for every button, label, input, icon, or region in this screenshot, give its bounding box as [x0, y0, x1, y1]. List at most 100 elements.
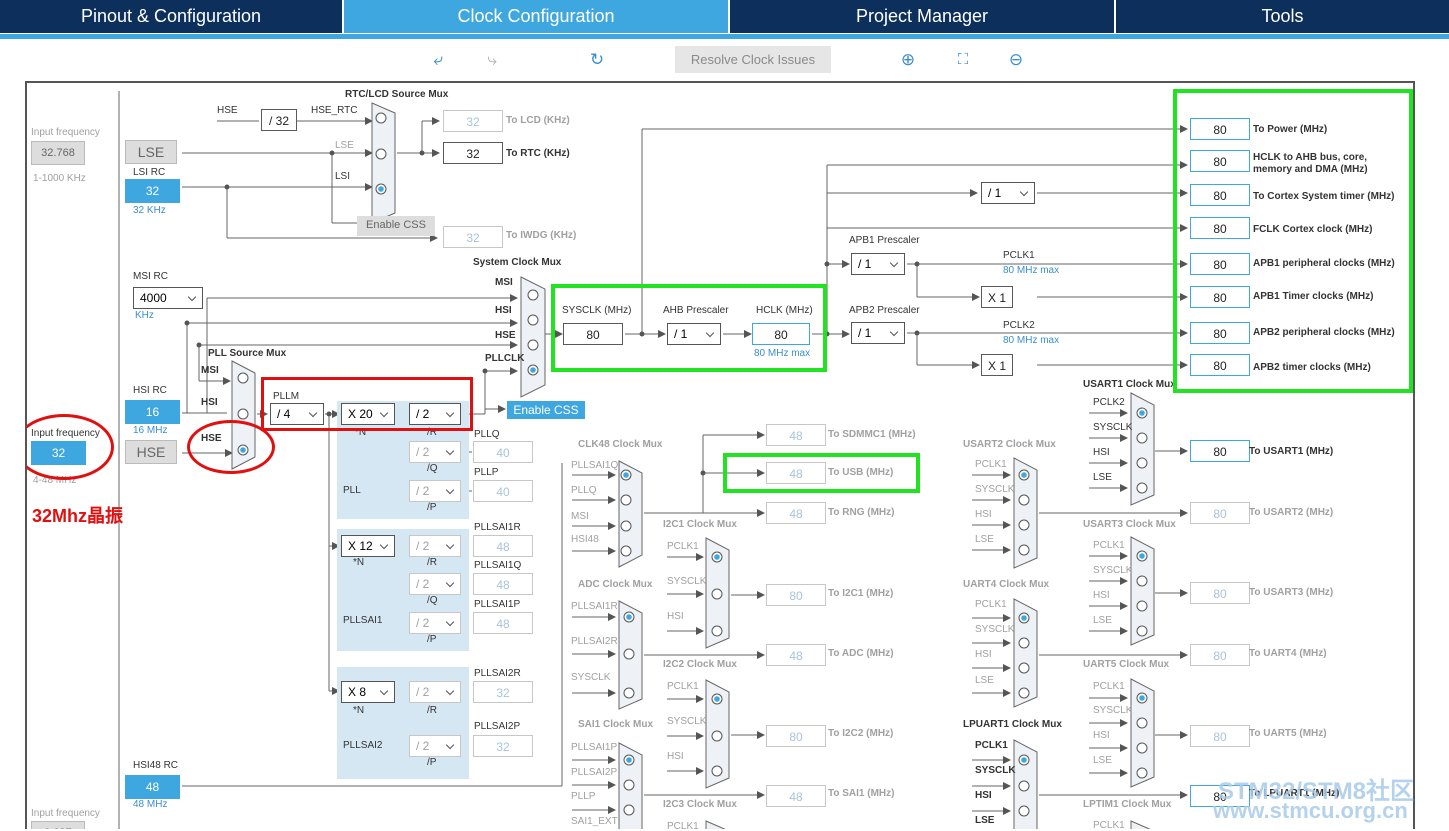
uart5-field[interactable]: 80	[1190, 725, 1250, 747]
usart3-in-2: HSI	[1093, 590, 1110, 601]
outputs-highlight-box	[1173, 89, 1413, 393]
uart4-mux-title: UART4 Clock Mux	[963, 579, 1050, 590]
adc-field[interactable]: 48	[766, 644, 826, 666]
tab-pinout[interactable]: Pinout & Configuration	[0, 0, 344, 33]
uart4-field[interactable]: 80	[1190, 644, 1250, 666]
usart1-in-1: SYSCLK	[1093, 422, 1133, 433]
rng-label: To RNG (MHz)	[828, 507, 895, 518]
lse-freq-range: 1-1000 KHz	[33, 173, 86, 184]
pllsai1-p-label: /P	[427, 634, 437, 645]
watermark-line-2: www.stmcu.org.cn	[1213, 798, 1408, 823]
iwdg-freq-field[interactable]: 32	[443, 226, 503, 248]
pllp-field[interactable]: 40	[473, 480, 533, 502]
sai1-mux-title: SAI1 Clock Mux	[578, 719, 654, 730]
usart1-in-3: LSE	[1093, 472, 1112, 483]
i2c2-in-0: PCLK1	[667, 681, 699, 692]
msi-select[interactable]: 4000	[133, 287, 203, 309]
lcd-freq-field[interactable]: 32	[443, 110, 503, 132]
usart1-field[interactable]: 80	[1190, 440, 1250, 462]
apb2-timer-multiplier[interactable]: X 1	[981, 354, 1013, 376]
zoom-in-icon[interactable]: ⊕	[897, 49, 919, 71]
usart3-field[interactable]: 80	[1190, 582, 1250, 604]
pllsai1q-field[interactable]: 48	[473, 573, 533, 595]
rtc-enable-css-button[interactable]: Enable CSS	[357, 216, 435, 236]
lsi-rc-label: LSI RC	[133, 167, 166, 178]
pllsai2r-field[interactable]: 32	[473, 681, 533, 703]
clk48-mux-title: CLK48 Clock Mux	[578, 439, 663, 450]
i2c1-label: To I2C1 (MHz)	[828, 588, 894, 599]
sai1-field[interactable]: 48	[766, 785, 826, 807]
clk48-in-0: PLLSAI1Q	[571, 460, 619, 471]
lptim1-mux-title: LPTIM1 Clock Mux	[1083, 799, 1172, 810]
sysclk-highlight-box	[551, 284, 827, 372]
sai1-in-1: PLLSAI2P	[571, 767, 618, 778]
bottom-input-freq-field[interactable]: 0.097	[31, 821, 85, 829]
i2c3-in-0: PCLK1	[667, 821, 699, 829]
pllsai2r-label: PLLSAI2R	[474, 668, 521, 679]
usart2-field[interactable]: 80	[1190, 502, 1250, 524]
pllp-select[interactable]: / 2	[409, 480, 461, 502]
sdmmc-field[interactable]: 48	[766, 424, 826, 446]
lse-input-freq-field[interactable]: 32.768	[31, 141, 85, 165]
uart5-mux-title: UART5 Clock Mux	[1083, 659, 1170, 670]
tab-clock-configuration[interactable]: Clock Configuration	[344, 0, 730, 33]
pllsai2p-field[interactable]: 32	[473, 735, 533, 757]
apb1-timer-multiplier[interactable]: X 1	[981, 286, 1013, 308]
tab-project-manager[interactable]: Project Manager	[730, 0, 1116, 33]
lsi-unit: 32 KHz	[133, 205, 166, 216]
pll-src-msi-label: MSI	[201, 365, 219, 376]
pllq-label: PLLQ	[474, 429, 500, 440]
pllsai1-name: PLLSAI1	[343, 615, 383, 626]
apb1-prescaler-select[interactable]: / 1	[851, 253, 905, 275]
refresh-icon[interactable]: ↻	[586, 49, 608, 71]
lse-block[interactable]: LSE	[125, 140, 177, 164]
i2c2-field[interactable]: 80	[766, 725, 826, 747]
resolve-clock-issues-button[interactable]: Resolve Clock Issues	[675, 46, 831, 73]
fit-icon[interactable]: ⛶	[952, 49, 974, 71]
hsi-rc-block[interactable]: 16	[125, 400, 180, 424]
hse-rtc-divider[interactable]: / 32	[261, 109, 297, 131]
hsi48-unit: 48 MHz	[133, 799, 168, 810]
i2c1-field[interactable]: 80	[766, 584, 826, 606]
pllsai1-n-select[interactable]: X 12	[341, 535, 395, 557]
i2c2-label: To I2C2 (MHz)	[828, 728, 894, 739]
tab-tools[interactable]: Tools	[1116, 0, 1449, 33]
pllsai2-r-select[interactable]: / 2	[409, 681, 461, 703]
i2c1-in-1: SYSCLK	[667, 576, 707, 587]
usart1-label: To USART1 (MHz)	[1249, 446, 1334, 457]
rtc-freq-field[interactable]: 32	[443, 142, 503, 164]
usart2-in-1: SYSCLK	[975, 484, 1015, 495]
zoom-out-icon[interactable]: ⊖	[1005, 49, 1027, 71]
top-tab-bar: Pinout & Configuration Clock Configurati…	[0, 0, 1449, 36]
pllsai2-p-select[interactable]: / 2	[409, 735, 461, 757]
pllq-select[interactable]: / 2	[409, 441, 461, 463]
pllsai1-p-select[interactable]: / 2	[409, 612, 461, 634]
apb2-prescaler-select[interactable]: / 1	[851, 322, 905, 344]
usart1-in-2: HSI	[1093, 447, 1110, 458]
rng-field[interactable]: 48	[766, 502, 826, 524]
hsi48-rc-block[interactable]: 48	[125, 775, 180, 799]
sys-enable-css-button[interactable]: Enable CSS	[507, 401, 585, 419]
pllsai1p-field[interactable]: 48	[473, 612, 533, 634]
pllsai2-r-label: /R	[427, 705, 437, 716]
rtc-mux-title: RTC/LCD Source Mux	[345, 89, 449, 100]
apb2-prescaler-label: APB2 Prescaler	[849, 305, 920, 316]
adc-mux-title: ADC Clock Mux	[578, 579, 653, 590]
pllsai2-n-select[interactable]: X 8	[341, 681, 395, 703]
sai1-in-2: PLLP	[571, 791, 596, 802]
redo-icon[interactable]: ⤷	[481, 49, 503, 71]
undo-icon[interactable]: ⤶	[427, 49, 449, 71]
lptim1-in-0: PCLK1	[1093, 820, 1125, 829]
lsi-rc-block[interactable]: 32	[125, 179, 180, 203]
uart4-in-3: LSE	[975, 675, 994, 686]
usart3-in-1: SYSCLK	[1093, 565, 1133, 576]
hse-block[interactable]: HSE	[125, 440, 177, 464]
pllsai1-q-select[interactable]: / 2	[409, 573, 461, 595]
pllsai1-r-select[interactable]: / 2	[409, 535, 461, 557]
pllsai1r-field[interactable]: 48	[473, 535, 533, 557]
sai1-label: To SAI1 (MHz)	[828, 788, 895, 799]
cortex-timer-divider[interactable]: / 1	[981, 182, 1035, 204]
sysmux-pllclk-label: PLLCLK	[485, 353, 525, 364]
clk48-in-3: HSI48	[571, 534, 599, 545]
pllq-field[interactable]: 40	[473, 441, 533, 463]
